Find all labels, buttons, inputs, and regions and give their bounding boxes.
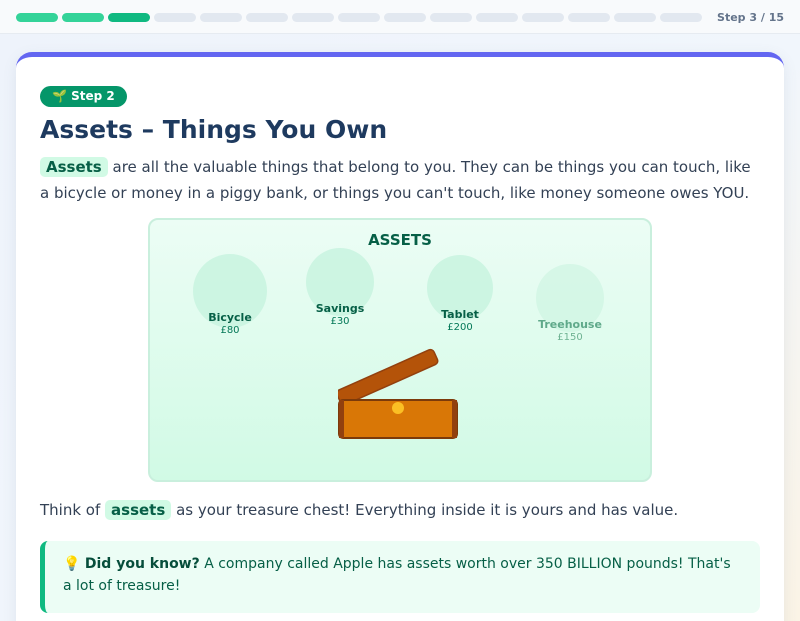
asset-item-treehouse: Treehouse £150 (520, 318, 620, 344)
lesson-card: 🌱 Step 2 Assets – Things You Own Assets … (16, 52, 784, 621)
term-highlight: assets (105, 500, 172, 520)
illustration-title: ASSETS (368, 231, 432, 249)
asset-item-savings: Savings £30 (290, 302, 390, 328)
term-highlight: Assets (40, 157, 108, 177)
progress-segment (522, 13, 564, 22)
page-title: Assets – Things You Own (40, 115, 388, 144)
progress-segment-current (108, 13, 150, 22)
progress-segment (292, 13, 334, 22)
progress-segment (338, 13, 380, 22)
asset-name: Savings (315, 302, 365, 315)
progress-segment (614, 13, 656, 22)
treasure-chest-icon (338, 348, 458, 439)
progress-bar (16, 13, 702, 22)
asset-name: Treehouse (538, 318, 602, 331)
summary-suffix: as your treasure chest! Everything insid… (171, 501, 679, 519)
progress-segment (16, 13, 58, 22)
did-you-know-callout: 💡 Did you know? A company called Apple h… (40, 541, 760, 613)
assets-illustration: ASSETS Bicycle £80 Savings £30 Tablet £2… (148, 218, 652, 482)
step-badge: 🌱 Step 2 (40, 86, 127, 107)
step-counter: Step 3 / 15 (717, 11, 784, 24)
progress-segment (568, 13, 610, 22)
summary-prefix: Think of (40, 501, 106, 519)
asset-value: £30 (330, 316, 350, 327)
progress-header: Step 3 / 15 (0, 0, 800, 34)
progress-segment (660, 13, 702, 22)
asset-name: Tablet (441, 308, 479, 321)
lightbulb-icon: 💡 (63, 556, 81, 572)
progress-segment (476, 13, 518, 22)
intro-text: are all the valuable things that belong … (40, 158, 751, 202)
callout-heading: Did you know? (84, 556, 200, 572)
asset-value: £80 (220, 325, 240, 336)
progress-segment (154, 13, 196, 22)
asset-value: £200 (447, 322, 473, 333)
intro-paragraph: Assets are all the valuable things that … (40, 154, 760, 206)
asset-item-tablet: Tablet £200 (410, 308, 510, 334)
progress-segment (384, 13, 426, 22)
asset-name: Bicycle (208, 311, 252, 324)
asset-item-bicycle: Bicycle £80 (180, 311, 280, 337)
summary-paragraph: Think of assets as your treasure chest! … (40, 497, 678, 523)
progress-segment (62, 13, 104, 22)
progress-segment (246, 13, 288, 22)
progress-segment (430, 13, 472, 22)
asset-value: £150 (557, 332, 583, 343)
progress-segment (200, 13, 242, 22)
